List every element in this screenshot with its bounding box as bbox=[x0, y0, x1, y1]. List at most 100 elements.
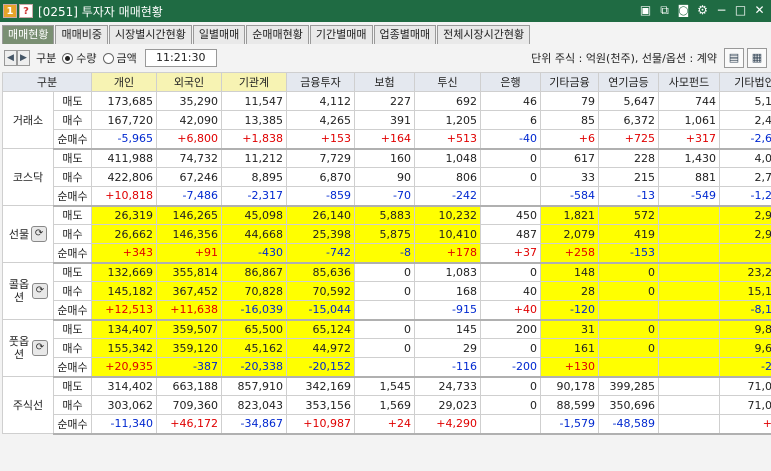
cell-value bbox=[658, 224, 720, 244]
cell-value: 5,883 bbox=[354, 205, 415, 225]
cell-value: 146,265 bbox=[156, 205, 222, 225]
table-row: 선물 ⟳ 매도 26,319 146,265 45,098 26,140 5,883 10,23… bbox=[2, 205, 771, 263]
cell-value: -210 bbox=[719, 357, 771, 378]
col-header-investment-trust[interactable]: 투신 bbox=[414, 72, 481, 92]
table-view-icon[interactable]: ▤ bbox=[724, 48, 744, 68]
tab-all-market-time[interactable]: 전체시장시간현황 bbox=[437, 25, 531, 44]
cell-value: 145,182 bbox=[91, 281, 157, 301]
cell-value: 65,500 bbox=[221, 319, 287, 339]
window-icon[interactable]: ▣ bbox=[638, 3, 653, 18]
group-call-option[interactable]: 콜옵션 ⟳ bbox=[2, 262, 54, 320]
cell-value: 0 bbox=[598, 281, 659, 301]
col-header-institution[interactable]: 기관계 bbox=[221, 72, 287, 92]
close-icon[interactable]: ✕ bbox=[752, 3, 767, 18]
col-header-private-fund[interactable]: 사모펀드 bbox=[658, 72, 720, 92]
table-row: 순매수 +12,513 +11,638 -16,039 -15,044 -915 +40 -1… bbox=[3, 300, 771, 321]
row-label-net-buy: 순매수 bbox=[53, 414, 92, 435]
cell-value: -742 bbox=[286, 243, 355, 264]
tab-trading-ratio[interactable]: 매매비중 bbox=[55, 25, 108, 44]
cell-value: 353,156 bbox=[286, 395, 355, 415]
col-header-other-finance[interactable]: 기타금융 bbox=[540, 72, 599, 92]
cell-value: 359,120 bbox=[156, 338, 222, 358]
cell-value: 161 bbox=[540, 338, 599, 358]
cell-value: 487 bbox=[480, 224, 541, 244]
cell-value: 88,599 bbox=[540, 395, 599, 415]
row-label-buy: 매수 bbox=[53, 395, 92, 415]
screen-number-badge[interactable]: 1 bbox=[3, 4, 17, 18]
maximize-icon[interactable]: □ bbox=[733, 3, 748, 18]
cell-value: -8 bbox=[354, 243, 415, 264]
prev-arrow-icon[interactable]: ◀ bbox=[4, 50, 17, 66]
cell-value: -20,338 bbox=[221, 357, 287, 378]
col-header-insurance[interactable]: 보험 bbox=[354, 72, 415, 92]
row-label-sell: 매도 bbox=[53, 148, 92, 168]
radio-unselected-icon bbox=[102, 52, 114, 64]
cell-value: 572 bbox=[598, 205, 659, 225]
cell-value: 173,685 bbox=[91, 91, 157, 111]
cell-value: -584 bbox=[540, 186, 599, 207]
table-row: 매수 26,662 146,356 44,668 25,398 5,875 10,410 48… bbox=[3, 224, 771, 244]
cell-value: 148 bbox=[540, 262, 599, 282]
col-header-other-corp[interactable]: 기타법인 bbox=[719, 72, 771, 92]
refresh-icon[interactable]: ⟳ bbox=[31, 226, 48, 242]
tab-market-time-status[interactable]: 시장별시간현황 bbox=[108, 25, 192, 44]
refresh-icon[interactable]: ⟳ bbox=[32, 283, 48, 299]
row-label-sell: 매도 bbox=[53, 319, 92, 339]
excel-export-icon[interactable]: ▦ bbox=[747, 48, 767, 68]
time-field[interactable]: 11:21:30 bbox=[144, 49, 217, 67]
cell-value: 391 bbox=[354, 110, 415, 130]
tab-net-trading[interactable]: 순매매현황 bbox=[246, 25, 309, 44]
group-futures[interactable]: 선물 ⟳ bbox=[2, 205, 54, 263]
tab-daily-trading[interactable]: 일별매매 bbox=[192, 25, 246, 44]
cell-value: 359,507 bbox=[156, 319, 222, 339]
cell-value: +6,800 bbox=[156, 129, 222, 150]
cell-value: 6,870 bbox=[286, 167, 355, 187]
cell-value: +46,172 bbox=[156, 414, 222, 435]
gear-icon[interactable]: ⚙ bbox=[695, 3, 710, 18]
cell-value: 0 bbox=[354, 262, 415, 282]
col-header-individual[interactable]: 개인 bbox=[91, 72, 157, 92]
cell-value bbox=[658, 338, 720, 358]
cell-value: 28 bbox=[540, 281, 599, 301]
col-header-bank[interactable]: 은행 bbox=[480, 72, 541, 92]
row-label-sell: 매도 bbox=[53, 91, 92, 111]
next-arrow-icon[interactable]: ▶ bbox=[17, 50, 30, 66]
cell-value: 24,733 bbox=[414, 376, 481, 396]
group-put-option[interactable]: 풋옵션 ⟳ bbox=[2, 319, 54, 377]
cell-value: 1,061 bbox=[658, 110, 720, 130]
copy-icon[interactable]: ⧉ bbox=[657, 3, 672, 18]
table-row: 코스닥 매도 411,988 74,732 11,212 7,729 160 1,048 0 61… bbox=[2, 148, 771, 206]
gubun-label: 구분 bbox=[36, 52, 57, 65]
cell-value: 1,048 bbox=[414, 148, 481, 168]
tab-period-trading[interactable]: 기간별매매 bbox=[309, 25, 373, 44]
tab-sector-trading[interactable]: 업종별매매 bbox=[373, 25, 437, 44]
cell-value: 26,319 bbox=[91, 205, 157, 225]
camera-icon[interactable]: ◙ bbox=[676, 3, 691, 18]
cell-value bbox=[354, 357, 415, 378]
radio-quantity[interactable]: 수량 bbox=[62, 50, 97, 66]
cell-value: +40 bbox=[480, 300, 541, 321]
cell-value: 40 bbox=[480, 281, 541, 301]
cell-value: 6,372 bbox=[598, 110, 659, 130]
cell-value: 134,407 bbox=[91, 319, 157, 339]
col-header-financial-invest[interactable]: 금융투자 bbox=[286, 72, 355, 92]
row-label-net-buy: 순매수 bbox=[53, 357, 92, 378]
cell-value: +164 bbox=[354, 129, 415, 150]
refresh-icon[interactable]: ⟳ bbox=[32, 340, 48, 356]
table-row: 거래소 매도 173,685 35,290 11,547 4,112 227 692 46 79 5… bbox=[2, 91, 771, 149]
col-header-pension[interactable]: 연기금등 bbox=[598, 72, 659, 92]
cell-value: 1,569 bbox=[354, 395, 415, 415]
minimize-icon[interactable]: − bbox=[714, 3, 729, 18]
cell-value: 71,014 bbox=[719, 376, 771, 396]
cell-value: 5,112 bbox=[719, 91, 771, 111]
radio-amount[interactable]: 금액 bbox=[102, 50, 137, 66]
tab-trading-status[interactable]: 매매현황 bbox=[2, 25, 55, 44]
cell-value: 663,188 bbox=[156, 376, 222, 396]
col-header-foreign[interactable]: 외국인 bbox=[156, 72, 222, 92]
radio-amount-label: 금액 bbox=[116, 52, 137, 65]
help-icon[interactable]: ? bbox=[19, 4, 33, 18]
table-row: 매수155,342359,12045,16244,972029016109,63… bbox=[3, 338, 771, 358]
cell-value: 145 bbox=[414, 319, 481, 339]
table-row: 풋옵션 ⟳ 매도 134,407 359,507 65,500 65,124 0 145 200 3… bbox=[2, 319, 771, 377]
cell-value: +12,513 bbox=[91, 300, 157, 321]
